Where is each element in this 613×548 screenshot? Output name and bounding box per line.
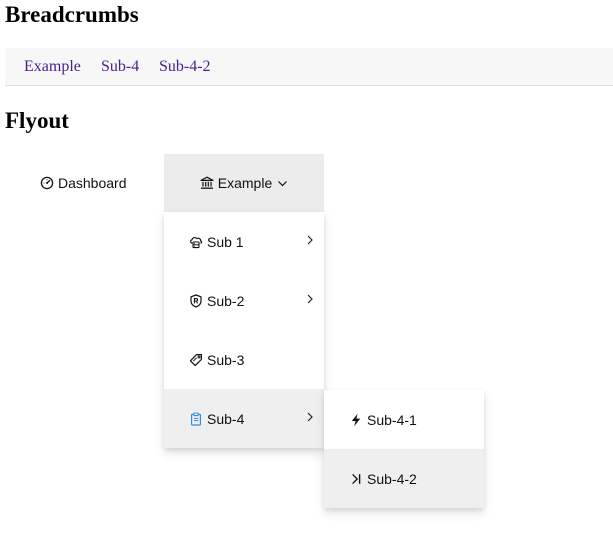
submenu-label-sub-3: Sub-3 <box>207 351 245 368</box>
cloud-server-icon <box>189 235 203 249</box>
clipboard-icon <box>189 411 203 426</box>
chevron-right-icon <box>305 293 315 305</box>
submenu-item-sub-2[interactable]: Sub-2 <box>164 271 324 330</box>
breadcrumb-link-sub-4-2[interactable]: Sub-4-2 <box>159 58 211 76</box>
tag-icon <box>189 353 203 367</box>
submenu-item-sub-4-1[interactable]: Sub-4-1 <box>324 390 484 449</box>
breadcrumb-link-example[interactable]: Example <box>24 58 81 76</box>
submenu-label-sub-4: Sub-4 <box>207 410 245 427</box>
nav-item-dashboard[interactable]: Dashboard <box>40 154 150 212</box>
bolt-icon <box>349 413 363 427</box>
chevron-down-icon <box>277 178 288 189</box>
submenu-label-sub-4-2: Sub-4-2 <box>367 470 417 487</box>
submenu-item-sub-1[interactable]: Sub 1 <box>164 212 324 271</box>
chevron-right-icon <box>305 234 315 246</box>
flyout-submenu: Sub 1 Sub-2 Sub-3 Sub-4 <box>164 212 324 448</box>
submenu-item-sub-3[interactable]: Sub-3 <box>164 330 324 389</box>
flyout-submenu-sub-4: Sub-4-1 Sub-4-2 <box>324 390 484 508</box>
nav-item-example[interactable]: Example <box>164 154 324 212</box>
submenu-label-sub-1: Sub 1 <box>207 233 244 250</box>
submenu-item-sub-4[interactable]: Sub-4 <box>164 389 324 448</box>
step-forward-icon <box>349 472 363 486</box>
submenu-label-sub-4-1: Sub-4-1 <box>367 411 417 428</box>
nav-label-dashboard: Dashboard <box>58 175 127 191</box>
shield-icon <box>189 293 203 308</box>
bank-icon <box>200 176 214 190</box>
breadcrumb: Example Sub-4 Sub-4-2 <box>5 48 613 86</box>
dashboard-icon <box>40 176 54 190</box>
submenu-label-sub-2: Sub-2 <box>207 292 245 309</box>
nav-label-example: Example <box>217 175 273 191</box>
breadcrumbs-heading: Breadcrumbs <box>5 2 139 27</box>
submenu-item-sub-4-2[interactable]: Sub-4-2 <box>324 449 484 508</box>
chevron-right-icon <box>305 411 315 423</box>
flyout-heading: Flyout <box>5 108 69 133</box>
breadcrumb-link-sub-4[interactable]: Sub-4 <box>101 58 139 76</box>
